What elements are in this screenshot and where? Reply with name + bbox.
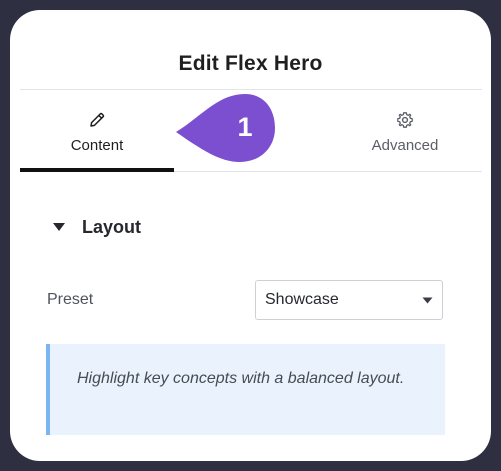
layout-section-toggle[interactable]: Layout	[52, 215, 141, 239]
tab-advanced[interactable]: Advanced	[328, 90, 482, 172]
screenshot-frame: Edit Flex Hero Content Advanced 1 Layout…	[0, 0, 501, 471]
gear-icon	[328, 111, 482, 129]
preset-select-value: Showcase	[265, 291, 339, 308]
info-notice: Highlight key concepts with a balanced l…	[46, 344, 445, 435]
active-tab-underline	[20, 168, 174, 172]
tab-content-label: Content	[70, 137, 124, 154]
panel-title: Edit Flex Hero	[178, 52, 323, 75]
preset-label: Preset	[47, 291, 94, 308]
tab-advanced-label: Advanced	[371, 137, 439, 154]
step-badge-number: 1	[237, 112, 253, 142]
caret-down-icon	[53, 223, 65, 231]
step-badge: 1	[176, 90, 276, 174]
tab-content[interactable]: Content	[20, 90, 174, 172]
edit-panel: Edit Flex Hero Content Advanced 1 Layout…	[10, 10, 491, 461]
section-title: Layout	[82, 216, 142, 237]
pencil-icon	[20, 111, 174, 129]
notice-text: Highlight key concepts with a balanced l…	[77, 370, 405, 387]
preset-select[interactable]: Showcase	[255, 280, 443, 320]
chevron-down-icon	[422, 297, 433, 304]
